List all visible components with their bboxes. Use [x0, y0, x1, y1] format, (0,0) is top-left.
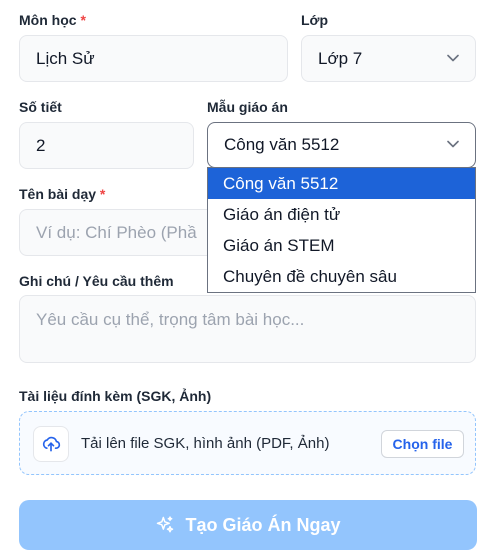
template-label: Mẫu giáo án: [207, 99, 288, 115]
upload-dropzone[interactable]: Tải lên file SGK, hình ảnh (PDF, Ảnh) Ch…: [19, 411, 476, 475]
subject-input[interactable]: Lịch Sử: [19, 35, 288, 82]
grade-select[interactable]: Lớp 7: [301, 35, 476, 82]
upload-icon-box: [33, 426, 69, 462]
cloud-upload-icon: [42, 436, 61, 452]
create-lesson-plan-button[interactable]: Tạo Giáo Án Ngay: [19, 500, 477, 550]
notes-label: Ghi chú / Yêu cầu thêm: [19, 273, 174, 289]
grade-value: Lớp 7: [318, 48, 363, 68]
periods-value: 2: [36, 135, 46, 155]
chevron-down-icon: [447, 140, 459, 148]
sparkles-icon: [157, 516, 174, 533]
choose-file-button[interactable]: Chọn file: [381, 430, 464, 458]
template-dropdown: Công văn 5512 Giáo án điện tử Giáo án ST…: [207, 167, 476, 293]
submit-label: Tạo Giáo Án Ngay: [185, 514, 341, 535]
periods-label: Số tiết: [19, 99, 62, 115]
subject-label: Môn học *: [19, 12, 86, 28]
template-option[interactable]: Chuyên đề chuyên sâu: [208, 261, 475, 292]
template-option[interactable]: Giáo án STEM: [208, 230, 475, 261]
template-option[interactable]: Giáo án điện tử: [208, 199, 475, 230]
subject-value: Lịch Sử: [36, 48, 95, 68]
template-select[interactable]: Công văn 5512: [207, 122, 476, 168]
chevron-down-icon: [447, 54, 459, 61]
attachments-label: Tài liệu đính kèm (SGK, Ảnh): [19, 388, 212, 404]
notes-placeholder: Yêu cầu cụ thể, trọng tâm bài học...: [36, 310, 305, 329]
required-mark: *: [80, 12, 86, 28]
required-mark: *: [99, 186, 106, 202]
upload-text: Tải lên file SGK, hình ảnh (PDF, Ảnh): [81, 435, 330, 452]
lesson-name-label: Tên bài dạy *: [19, 186, 106, 202]
template-value: Công văn 5512: [224, 135, 340, 154]
periods-input[interactable]: 2: [19, 122, 194, 169]
grade-label: Lớp: [301, 12, 329, 28]
template-option[interactable]: Công văn 5512: [208, 168, 475, 199]
notes-textarea[interactable]: Yêu cầu cụ thể, trọng tâm bài học...: [19, 295, 476, 363]
